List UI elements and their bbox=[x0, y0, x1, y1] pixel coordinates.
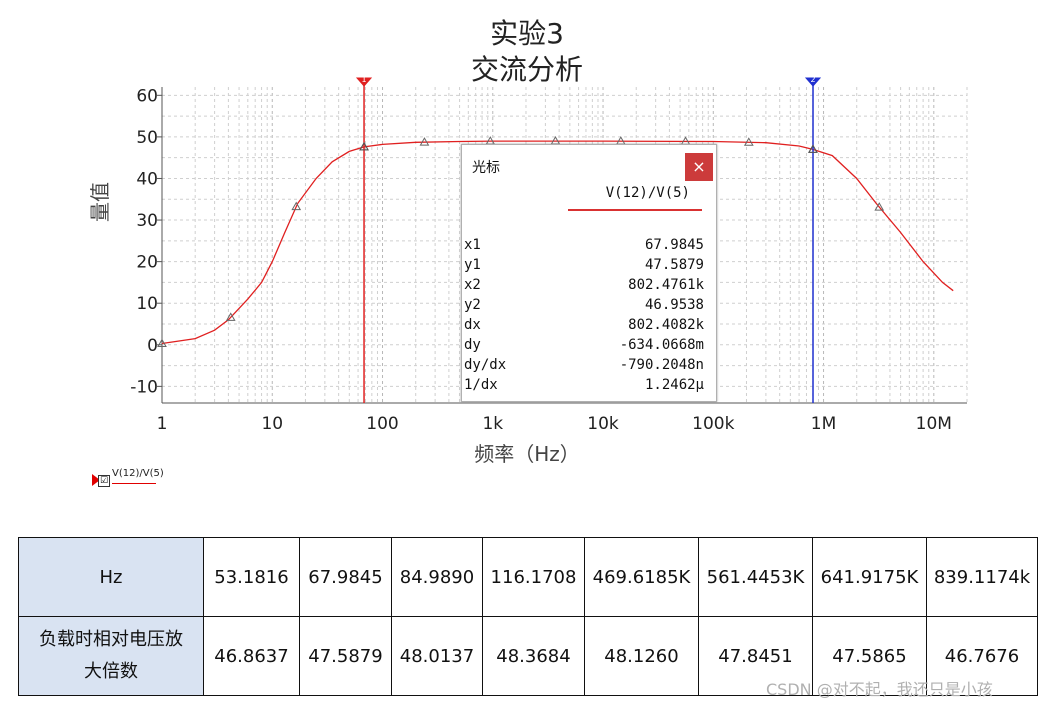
cursor-panel[interactable]: 光标 × V(12)/V(5) x1 67.9845 y1 47.5879 x2 80… bbox=[461, 144, 717, 402]
table-row: Hz 53.1816 67.9845 84.9890 116.1708 469.… bbox=[18, 537, 1038, 617]
cursor-row: dx 802.4082k bbox=[464, 317, 704, 333]
table-cell: 116.1708 bbox=[482, 537, 585, 617]
table-cell: Hz bbox=[18, 537, 204, 617]
cursor-row: 1/dx 1.2462μ bbox=[464, 377, 704, 393]
x-tick-label: 1 bbox=[157, 414, 168, 434]
cursor-row: dy/dx -790.2048n bbox=[464, 357, 704, 373]
x-axis-label: 频率（Hz） bbox=[474, 442, 580, 466]
y-tick-label: 60 bbox=[136, 86, 158, 106]
table-cell: 47.5879 bbox=[299, 616, 392, 696]
table-cell: 469.6185K bbox=[584, 537, 699, 617]
cursor-panel-column-line bbox=[568, 209, 702, 211]
y-tick-label: -10 bbox=[130, 377, 158, 397]
y-tick-label: 20 bbox=[136, 253, 158, 273]
y-tick-label: 40 bbox=[136, 169, 158, 189]
watermark: CSDN @对不起，我还只是小孩 bbox=[766, 680, 993, 699]
x-tick-label: 10M bbox=[916, 414, 952, 434]
x-tick-label: 100k bbox=[692, 414, 734, 434]
cursor-row: x2 802.4761k bbox=[464, 277, 704, 293]
table-cell: 48.0137 bbox=[391, 616, 483, 696]
table-cell: 48.1260 bbox=[584, 616, 699, 696]
y-tick-label: 0 bbox=[147, 336, 158, 356]
table-cell: 67.9845 bbox=[299, 537, 392, 617]
legend-line bbox=[112, 483, 156, 484]
table-cell: 839.1174k bbox=[926, 537, 1038, 617]
y-tick-label: 50 bbox=[136, 128, 158, 148]
table-cell: 负载时相对电压放大倍数 bbox=[18, 616, 204, 696]
x-tick-label: 1M bbox=[811, 414, 836, 434]
cursor-handle-label: 1 bbox=[361, 75, 366, 84]
x-tick-label: 10 bbox=[261, 414, 283, 434]
y-axis-label: 量值 bbox=[88, 182, 112, 222]
cursor-panel-title: 光标 bbox=[472, 160, 500, 176]
x-tick-label: 10k bbox=[587, 414, 619, 434]
table-cell: 48.3684 bbox=[482, 616, 585, 696]
cursor-row: y1 47.5879 bbox=[464, 257, 704, 273]
cursor-handle-label: 2 bbox=[810, 75, 815, 84]
table-cell: 641.9175K bbox=[812, 537, 927, 617]
cursor-panel-column: V(12)/V(5) bbox=[605, 185, 690, 201]
legend-label: V(12)/V(5) bbox=[112, 468, 164, 479]
close-icon[interactable]: × bbox=[685, 153, 713, 181]
legend-checkbox[interactable]: ☑ bbox=[98, 475, 110, 487]
table-cell: 84.9890 bbox=[391, 537, 483, 617]
cursor-row: x1 67.9845 bbox=[464, 237, 704, 253]
y-tick-label: 10 bbox=[136, 294, 158, 314]
table-cell: 46.8637 bbox=[203, 616, 300, 696]
data-table: Hz 53.1816 67.9845 84.9890 116.1708 469.… bbox=[18, 537, 1038, 696]
y-tick-label: 30 bbox=[136, 211, 158, 231]
table-cell: 561.4453K bbox=[698, 537, 813, 617]
cursor-row: dy -634.0668m bbox=[464, 337, 704, 353]
x-tick-label: 1k bbox=[482, 414, 503, 434]
x-tick-label: 100 bbox=[366, 414, 398, 434]
table-cell: 53.1816 bbox=[203, 537, 300, 617]
cursor-row: y2 46.9538 bbox=[464, 297, 704, 313]
